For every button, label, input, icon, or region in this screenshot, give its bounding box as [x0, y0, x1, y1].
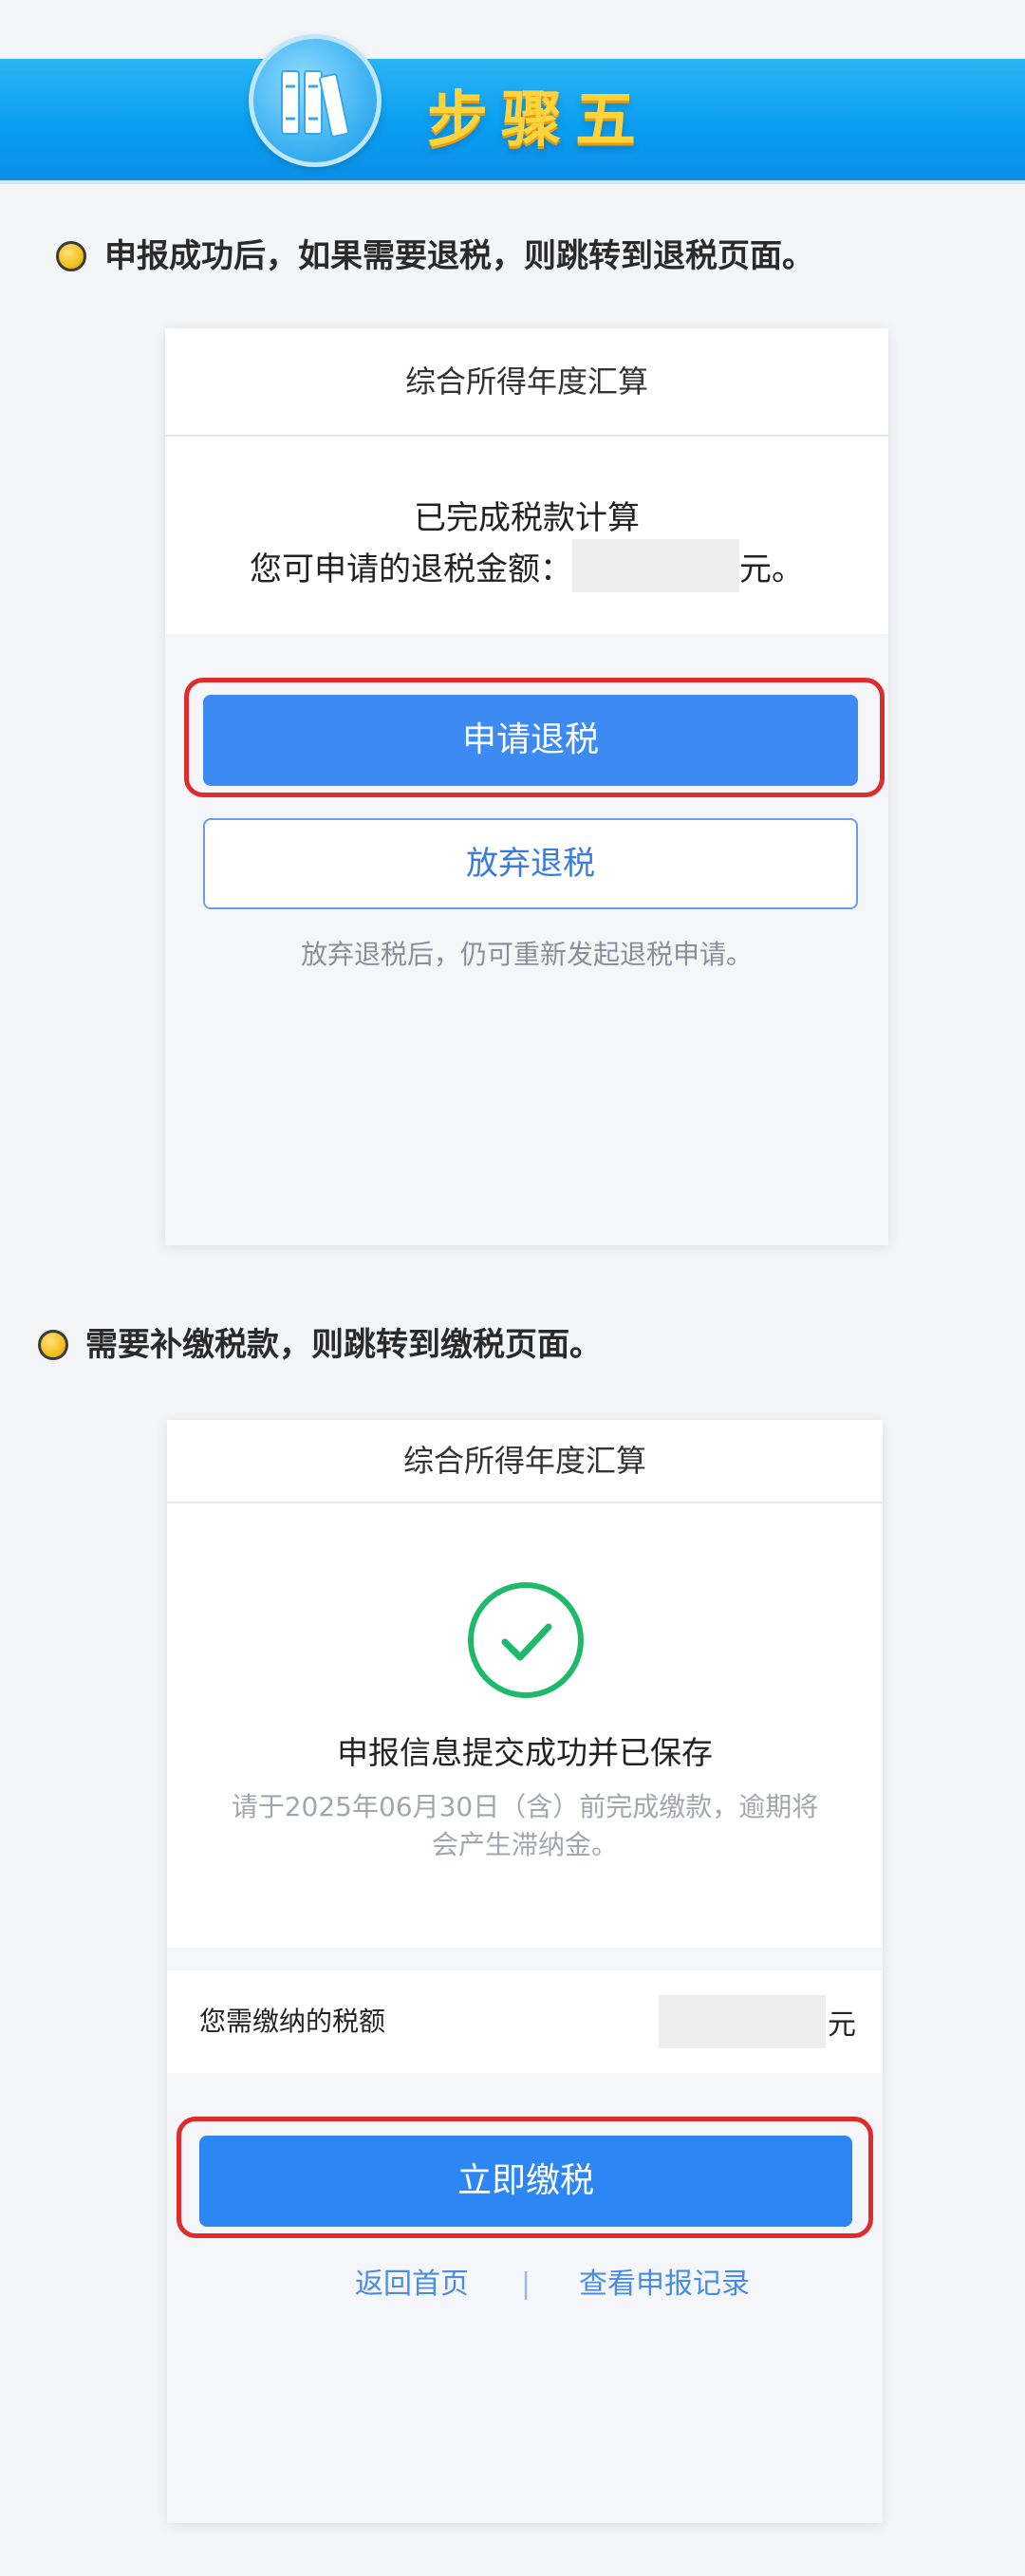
- yellow-dot-icon: [56, 241, 86, 271]
- page-title: 综合所得年度汇算: [167, 1420, 883, 1503]
- check-circle-icon: [468, 1582, 584, 1698]
- deadline-note: 请于2025年06月30日（含）前完成缴款，逾期将会产生滞纳金。: [231, 1791, 819, 1860]
- refund-amount-line: 您可申请的退税金额： 元。: [165, 539, 888, 592]
- banner-title: 步骤五: [427, 85, 649, 156]
- give-up-hint: 放弃退税后，仍可重新发起退税申请。: [300, 939, 753, 970]
- refund-amount-redacted: [572, 539, 739, 592]
- tax-amount-redacted: [659, 1995, 826, 2048]
- give-up-refund-button[interactable]: 放弃退税: [203, 818, 858, 909]
- page-title: 综合所得年度汇算: [165, 328, 888, 437]
- payment-screen: 综合所得年度汇算 申报信息提交成功并已保存 请于2025年06月30日（含）前完…: [167, 1420, 883, 2523]
- books-icon: [249, 34, 382, 167]
- tax-due-value: 元: [659, 1995, 856, 2048]
- tax-due-unit: 元: [828, 2008, 856, 2042]
- tax-due-row: 您需缴纳的税额 元: [167, 1970, 883, 2073]
- refund-screen: 综合所得年度汇算 已完成税款计算 您可申请的退税金额： 元。 申请退税 放弃退税…: [165, 328, 888, 1245]
- back-home-link[interactable]: 返回首页: [355, 2261, 469, 2308]
- section-heading-refund: 申报成功后，如果需要退税，则跳转到退税页面。: [0, 228, 1025, 285]
- yellow-dot-icon: [38, 1330, 68, 1360]
- link-separator: |: [521, 2268, 531, 2301]
- section-heading-text: 申报成功后，如果需要退税，则跳转到退税页面。: [104, 237, 814, 275]
- footer-links: 返回首页 | 查看申报记录: [167, 2261, 883, 2308]
- refund-amount-unit: 元。: [739, 550, 804, 588]
- section-heading-text: 需要补缴税款，则跳转到缴税页面。: [85, 1326, 602, 1364]
- tax-due-label: 您需缴纳的税额: [199, 2006, 386, 2037]
- pay-now-button[interactable]: 立即缴税: [199, 2136, 852, 2227]
- section-heading-payment: 需要补缴税款，则跳转到缴税页面。: [0, 1316, 1025, 1373]
- refund-amount-label: 您可申请的退税金额：: [250, 550, 572, 588]
- success-title: 申报信息提交成功并已保存: [337, 1734, 713, 1771]
- status-text: 已完成税款计算: [414, 499, 640, 537]
- apply-refund-button[interactable]: 申请退税: [203, 695, 858, 786]
- submission-result: 申报信息提交成功并已保存 请于2025年06月30日（含）前完成缴款，逾期将会产…: [167, 1503, 883, 1948]
- view-records-link[interactable]: 查看申报记录: [579, 2261, 750, 2308]
- calculation-result: 已完成税款计算 您可申请的退税金额： 元。: [165, 437, 888, 634]
